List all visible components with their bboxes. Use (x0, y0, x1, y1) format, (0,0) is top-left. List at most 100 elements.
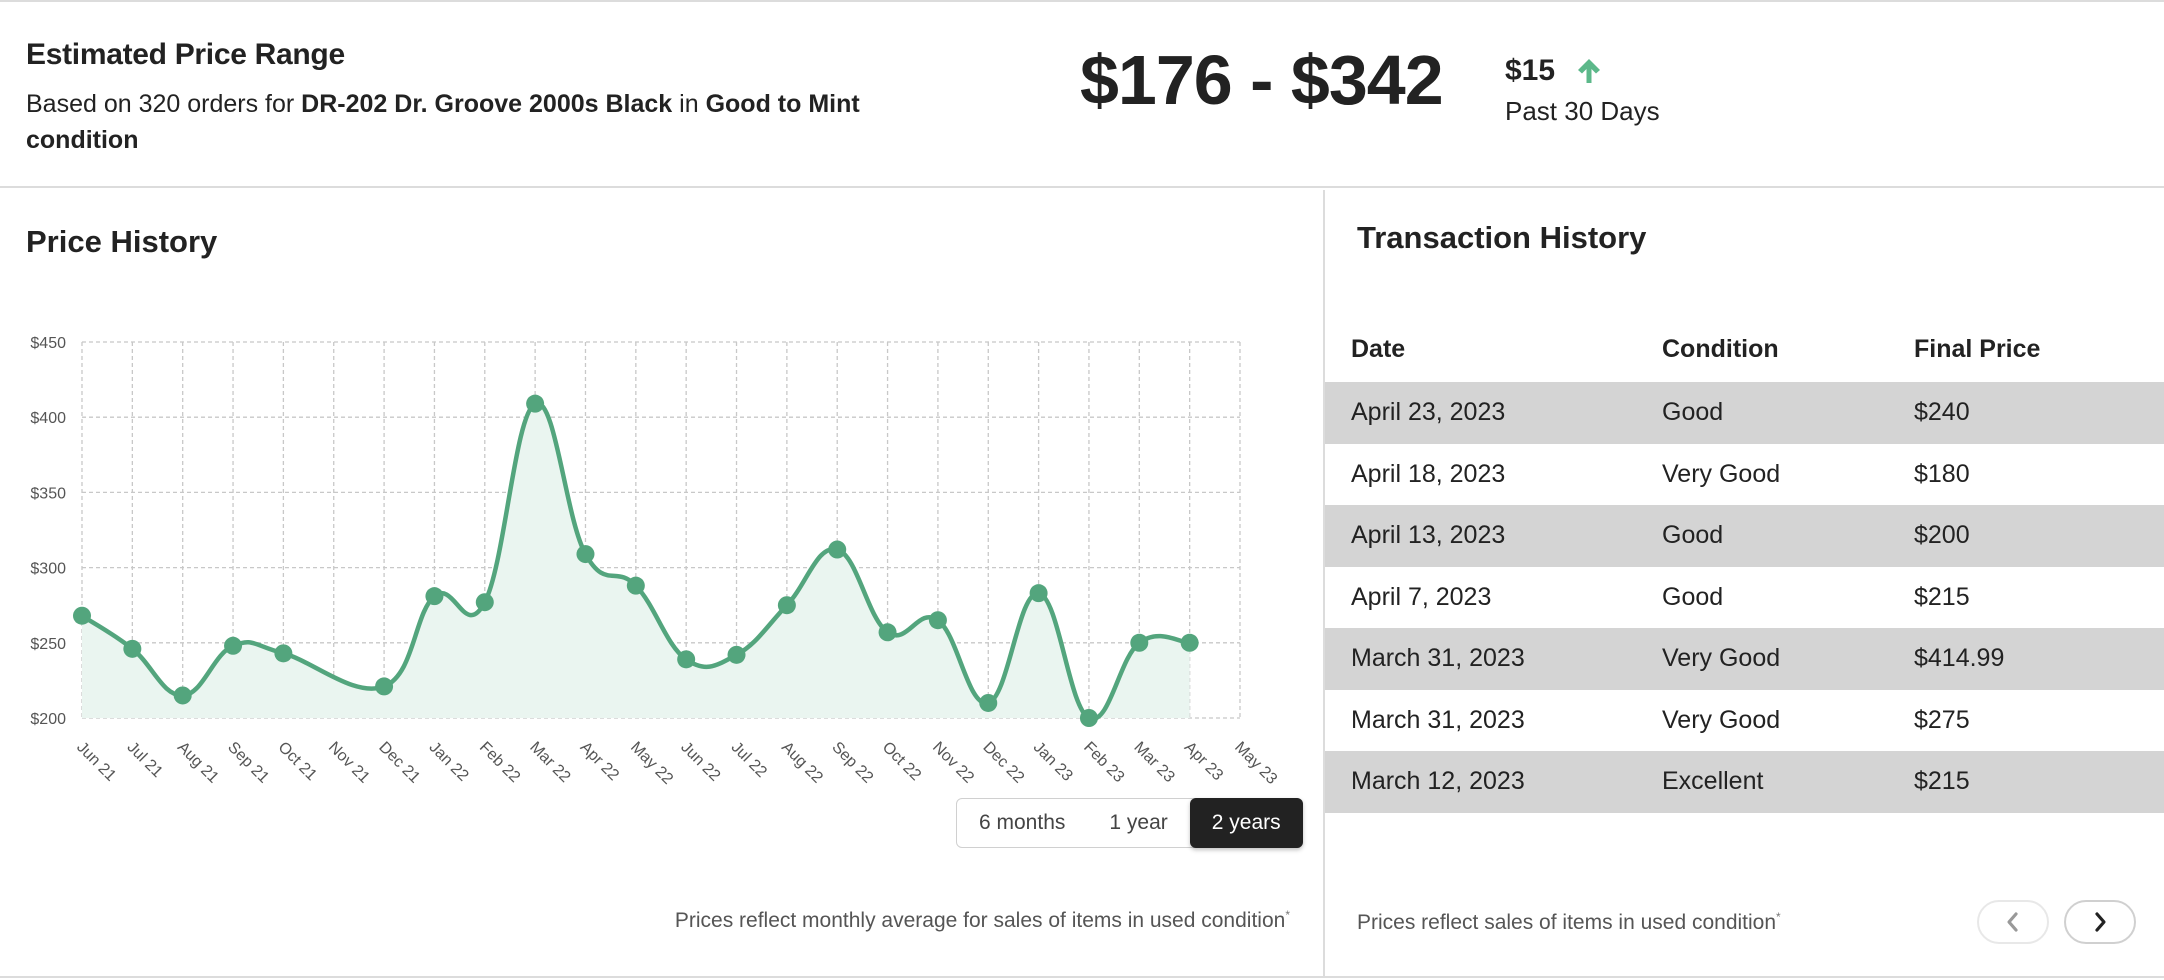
x-tick-label: Oct 22 (879, 739, 924, 784)
x-tick-label: Apr 22 (577, 739, 622, 784)
x-tick-label: May 22 (627, 739, 676, 788)
column-header-date: Date (1351, 334, 1406, 363)
transaction-price: $215 (1914, 751, 2164, 813)
transaction-date: April 13, 2023 (1325, 505, 1662, 567)
data-point (777, 596, 796, 615)
chevron-right-icon (2095, 912, 2106, 932)
x-tick-label: Aug 21 (174, 739, 222, 787)
x-tick-label: May 23 (1231, 739, 1280, 788)
transaction-date: March 31, 2023 (1351, 705, 1525, 734)
data-point (224, 636, 243, 655)
footnote-asterisk: * (1776, 910, 1781, 924)
table-row: April 7, 2023 Good $215 (1325, 567, 2164, 629)
transaction-condition: Very Good (1662, 705, 1781, 734)
x-tick-label: Feb 23 (1080, 739, 1127, 786)
transaction-date: March 12, 2023 (1325, 751, 1662, 813)
x-tick-label: Jun 22 (677, 739, 723, 785)
transaction-date: April 18, 2023 (1351, 459, 1506, 488)
table-row: March 31, 2023 Very Good $275 (1325, 690, 2164, 752)
x-tick-label: Nov 21 (325, 739, 373, 787)
price-history-chart: $200$250$300$350$400$450Jun 21 Jul 21 Aug … (30, 335, 1280, 788)
price-range-value: $176 - $342 (1080, 41, 1444, 119)
data-point (1079, 709, 1098, 727)
table-row: April 23, 2023 Good $240 (1325, 382, 2164, 444)
estimated-price-title: Estimated Price Range (26, 38, 345, 71)
range-2-years-button[interactable]: 2 years (1189, 798, 1303, 848)
data-point (1180, 633, 1199, 652)
x-tick-label: Jun 21 (73, 739, 119, 785)
table-row: March 12, 2023 Excellent $215 (1325, 751, 2164, 813)
chevron-left-icon (2007, 912, 2018, 932)
data-point (73, 606, 91, 625)
price-change-period: Past 30 Days (1505, 96, 1660, 126)
x-tick-label: Jan 23 (1030, 739, 1076, 785)
transaction-condition: Very Good (1662, 459, 1781, 488)
x-tick-label: Mar 23 (1130, 739, 1177, 786)
table-row: March 31, 2023 Very Good $414.99 (1325, 628, 2164, 690)
price-change: $15 (1505, 54, 1604, 88)
x-tick-label: Jul 22 (728, 739, 770, 781)
data-point (475, 593, 494, 612)
data-point (878, 623, 897, 642)
transaction-price: $275 (1914, 705, 1970, 734)
data-point (626, 576, 645, 595)
price-history-footnote-text: Prices reflect monthly average for sales… (674, 909, 1286, 932)
description-mid: in (672, 90, 706, 118)
transaction-price: $180 (1914, 459, 1970, 488)
x-tick-label: Dec 21 (375, 739, 423, 787)
transaction-price: $215 (1914, 582, 1970, 611)
y-tick-label: $350 (30, 485, 66, 502)
product-name: DR-202 Dr. Groove 2000s Black (301, 90, 673, 118)
transaction-footnote: Prices reflect sales of items in used co… (1357, 910, 1781, 935)
transaction-condition: Good (1662, 582, 1724, 611)
x-tick-label: Feb 22 (476, 739, 523, 786)
next-page-button[interactable] (2064, 900, 2136, 944)
data-point (928, 611, 947, 630)
price-change-amount: $15 (1505, 54, 1556, 87)
column-header-condition: Condition (1662, 334, 1779, 363)
transaction-price: $240 (1914, 382, 2164, 444)
price-history-footnote: Prices reflect monthly average for sales… (675, 908, 1290, 933)
time-range-selector: 6 months 1 year 2 years (956, 798, 1303, 848)
y-tick-label: $400 (30, 410, 66, 427)
data-point (1130, 633, 1149, 652)
transaction-price: $414.99 (1914, 628, 2164, 690)
transaction-history-title: Transaction History (1357, 220, 1647, 255)
data-point (526, 394, 545, 413)
x-tick-label: Aug 22 (778, 739, 826, 787)
data-point (576, 545, 595, 564)
range-6-months-button[interactable]: 6 months (957, 799, 1087, 847)
data-point (274, 644, 293, 663)
transaction-price: $200 (1914, 505, 2164, 567)
transaction-condition: Good (1662, 382, 1914, 444)
x-tick-label: Jul 21 (124, 739, 166, 781)
description-prefix: Based on 320 orders for (26, 90, 302, 118)
data-point (123, 639, 142, 658)
price-estimate-header: Estimated Price Range Based on 320 order… (0, 2, 2164, 188)
transaction-date: March 31, 2023 (1325, 628, 1662, 690)
data-point (979, 693, 998, 712)
transaction-condition: Good (1662, 505, 1914, 567)
x-tick-label: Jan 22 (426, 739, 472, 785)
footnote-asterisk: * (1285, 908, 1290, 922)
x-tick-label: Sep 22 (828, 739, 876, 787)
data-point (425, 587, 444, 606)
arrow-up-icon (1577, 59, 1600, 83)
table-header-row: Date Condition Final Price (1325, 316, 2164, 382)
x-tick-label: Nov 22 (929, 739, 977, 787)
data-point (828, 540, 847, 559)
x-tick-label: Oct 21 (275, 739, 320, 784)
transaction-date: April 7, 2023 (1351, 582, 1492, 611)
transaction-footnote-text: Prices reflect sales of items in used co… (1357, 911, 1777, 934)
previous-page-button[interactable] (1977, 900, 2049, 944)
estimate-description: Based on 320 orders for DR-202 Dr. Groov… (26, 86, 906, 158)
y-tick-label: $300 (30, 561, 66, 578)
range-1-year-button[interactable]: 1 year (1087, 799, 1189, 847)
data-point (173, 686, 192, 705)
y-tick-label: $250 (30, 636, 66, 653)
column-header-final-price: Final Price (1914, 334, 2041, 363)
x-tick-label: Apr 23 (1181, 739, 1226, 784)
y-tick-label: $450 (30, 335, 66, 352)
transaction-date: April 23, 2023 (1325, 382, 1662, 444)
data-point (677, 650, 696, 669)
